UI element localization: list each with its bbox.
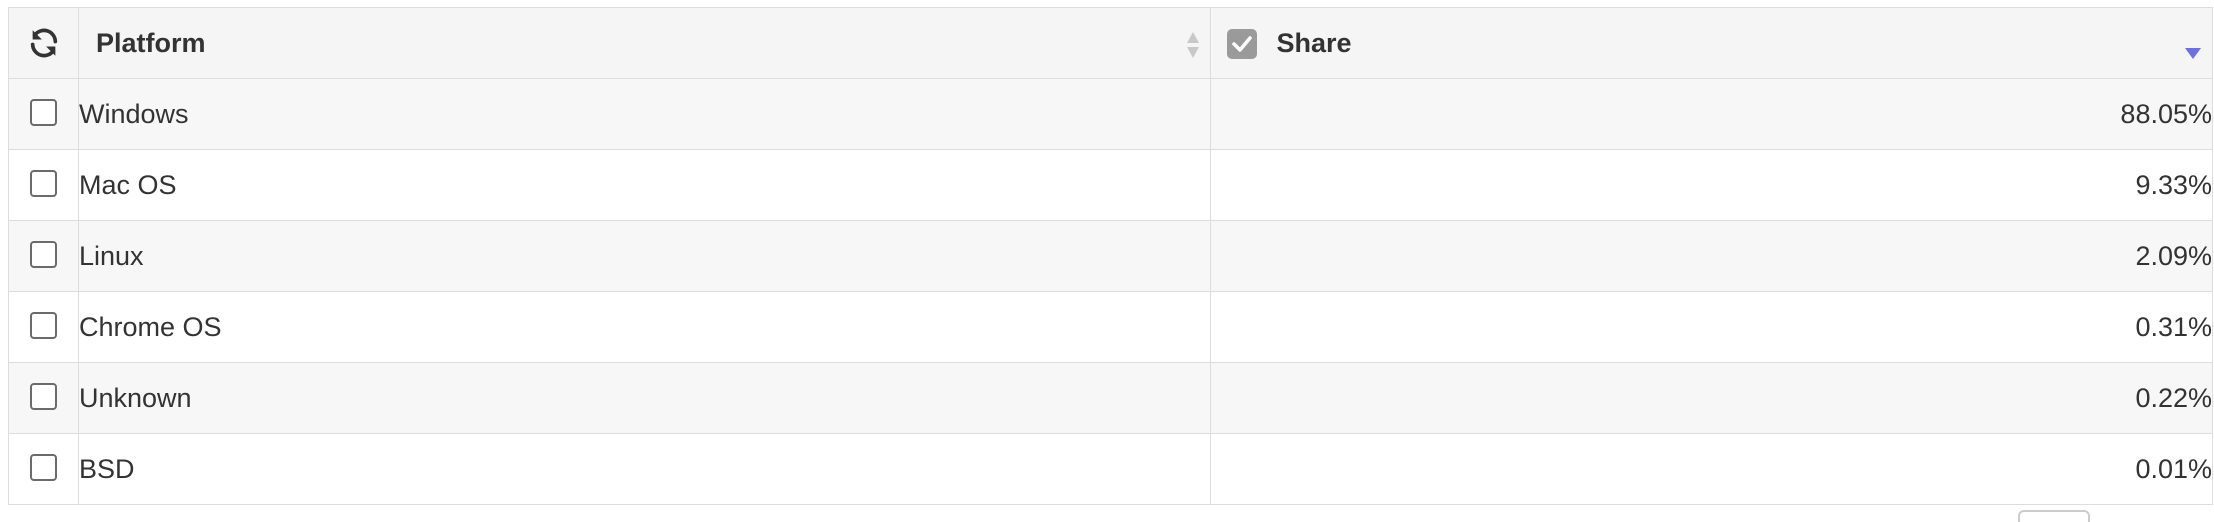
row-select-cell[interactable]	[8, 362, 79, 434]
column-header-share[interactable]: Share	[1210, 7, 2213, 79]
table-row[interactable]: Chrome OS 0.31%	[8, 291, 2213, 363]
share-cell: 9.33%	[1210, 149, 2213, 221]
table-row[interactable]: BSD 0.01%	[8, 433, 2213, 505]
platform-cell: BSD	[78, 433, 1211, 505]
share-header-label: Share	[1276, 28, 1352, 59]
row-checkbox[interactable]	[30, 169, 57, 197]
pagination-control-edge[interactable]	[2018, 510, 2090, 522]
platform-cell: Unknown	[78, 362, 1211, 434]
share-cell: 0.01%	[1210, 433, 2213, 505]
row-checkbox[interactable]	[30, 382, 57, 410]
data-table-container: Platform Share Windows 88.05% Mac OS 9.3…	[8, 7, 2213, 505]
share-cell: 88.05%	[1210, 78, 2213, 150]
row-checkbox[interactable]	[30, 98, 57, 126]
share-cell: 0.22%	[1210, 362, 2213, 434]
platform-header-label: Platform	[96, 28, 206, 59]
refresh-icon[interactable]	[27, 26, 61, 60]
table-row[interactable]: Windows 88.05%	[8, 78, 2213, 150]
column-header-platform[interactable]: Platform	[78, 7, 1211, 79]
platform-cell: Windows	[78, 78, 1211, 150]
platform-cell: Linux	[78, 220, 1211, 292]
table-row[interactable]: Mac OS 9.33%	[8, 149, 2213, 221]
row-checkbox[interactable]	[30, 453, 57, 481]
row-checkbox[interactable]	[30, 311, 57, 339]
table-header-row: Platform Share	[8, 7, 2213, 79]
table-row[interactable]: Linux 2.09%	[8, 220, 2213, 292]
refresh-header-cell[interactable]	[8, 7, 79, 79]
row-checkbox[interactable]	[30, 240, 57, 268]
sort-both-icon[interactable]	[1186, 30, 1200, 60]
checkbox-checked-icon[interactable]	[1227, 28, 1257, 59]
share-cell: 2.09%	[1210, 220, 2213, 292]
share-cell: 0.31%	[1210, 291, 2213, 363]
sort-desc-icon[interactable]	[2184, 46, 2202, 60]
row-select-cell[interactable]	[8, 433, 79, 505]
platform-cell: Chrome OS	[78, 291, 1211, 363]
row-select-cell[interactable]	[8, 78, 79, 150]
row-select-cell[interactable]	[8, 291, 79, 363]
platform-share-table: Platform Share Windows 88.05% Mac OS 9.3…	[8, 7, 2213, 505]
table-row[interactable]: Unknown 0.22%	[8, 362, 2213, 434]
row-select-cell[interactable]	[8, 149, 79, 221]
platform-cell: Mac OS	[78, 149, 1211, 221]
row-select-cell[interactable]	[8, 220, 79, 292]
